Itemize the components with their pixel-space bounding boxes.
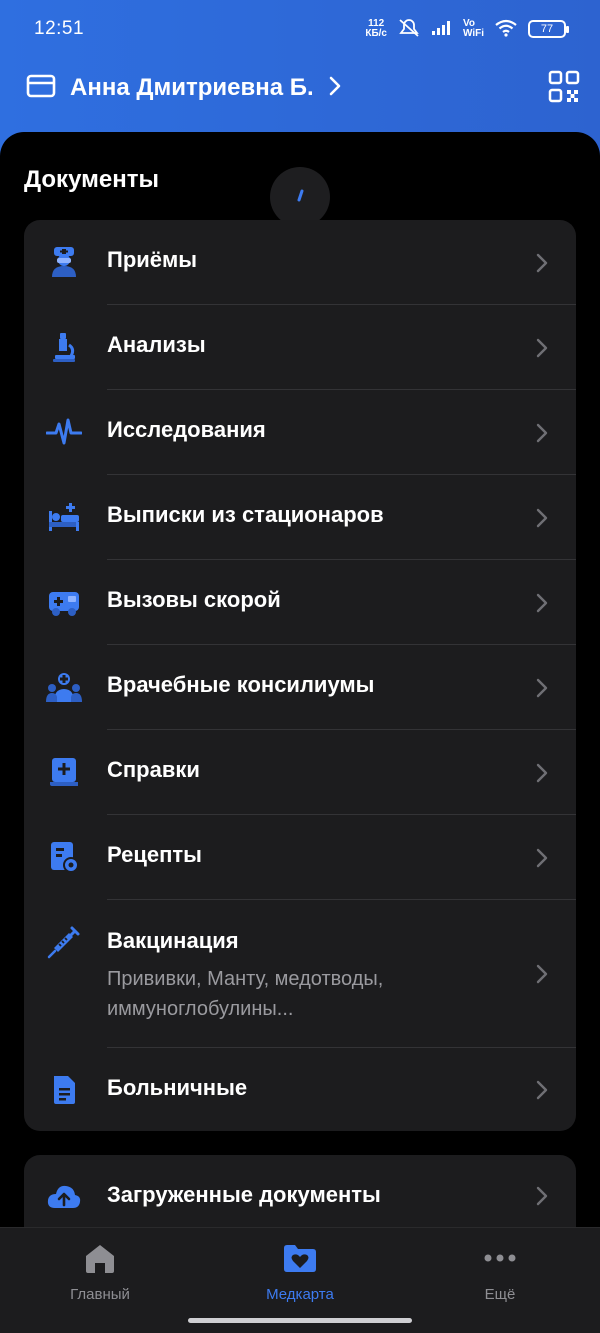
- documents-item-label: Больничные: [107, 1075, 248, 1100]
- pulse-icon: [46, 414, 82, 450]
- chevron-right-icon: [534, 676, 550, 700]
- wifi-icon: [494, 19, 518, 40]
- chevron-right-icon: [534, 336, 550, 360]
- loading-spinner: [270, 167, 330, 227]
- certificate-icon: [46, 754, 82, 790]
- chevron-right-icon: [534, 1184, 550, 1208]
- documents-item-label: Исследования: [107, 417, 266, 442]
- chevron-right-icon: [328, 75, 342, 102]
- documents-card: Приёмы Анализы Исследования Выписки из с…: [24, 220, 576, 1131]
- chevron-right-icon: [534, 761, 550, 785]
- status-bar: 12:51 112 КБ/с Vo WiFi 77: [0, 0, 600, 58]
- section-title: Документы: [24, 166, 159, 193]
- cloud-upload-icon: [46, 1179, 82, 1215]
- chevron-right-icon: [534, 962, 550, 986]
- prescription-icon: [46, 839, 82, 875]
- documents-item-vaccination[interactable]: Вакцинация Прививки, Манту, медотводы, и…: [24, 900, 576, 1048]
- tab-label: Ещё: [484, 1286, 516, 1303]
- documents-item-prescriptions[interactable]: Рецепты: [24, 815, 576, 900]
- documents-item-label: Вызовы скорой: [107, 587, 281, 612]
- network-speed-unit: КБ/с: [365, 28, 387, 39]
- uploaded-documents-label: Загруженные документы: [107, 1182, 381, 1207]
- tab-medcard[interactable]: Медкарта: [230, 1238, 370, 1303]
- documents-item-label: Анализы: [107, 332, 206, 357]
- vowifi-wifi: WiFi: [462, 28, 484, 39]
- documents-item-sick-leave[interactable]: Больничные: [24, 1048, 576, 1131]
- chevron-right-icon: [534, 591, 550, 615]
- qr-code-icon: [548, 70, 580, 108]
- battery-level: 77: [540, 23, 554, 35]
- doctors-group-icon: [46, 669, 82, 705]
- battery-indicator: 77: [528, 20, 569, 38]
- card-icon: [26, 74, 56, 103]
- status-icons: 112 КБ/с Vo WiFi 77: [365, 18, 569, 41]
- documents-item-discharges[interactable]: Выписки из стационаров: [24, 475, 576, 560]
- syringe-icon: [46, 924, 82, 960]
- profile-selector[interactable]: Анна Дмитриевна Б.: [26, 66, 342, 110]
- documents-item-label: Рецепты: [107, 842, 202, 867]
- documents-item-subtitle: Прививки, Манту, медотводы, иммуноглобул…: [107, 968, 384, 1020]
- documents-item-ambulance[interactable]: Вызовы скорой: [24, 560, 576, 645]
- documents-item-label: Справки: [107, 757, 200, 782]
- doctor-icon: [46, 244, 82, 280]
- more-dots-icon: [480, 1238, 520, 1278]
- ambulance-icon: [46, 584, 82, 620]
- chevron-right-icon: [534, 251, 550, 275]
- tab-more[interactable]: Ещё: [430, 1238, 570, 1303]
- tab-label: Главный: [70, 1286, 130, 1303]
- medcard-heart-icon: [280, 1238, 320, 1278]
- chevron-right-icon: [534, 1078, 550, 1102]
- documents-item-label: Приёмы: [107, 247, 198, 272]
- documents-item-label: Выписки из стационаров: [107, 502, 384, 527]
- documents-item-consiliums[interactable]: Врачебные консилиумы: [24, 645, 576, 730]
- hospital-bed-icon: [46, 499, 82, 535]
- sick-leave-doc-icon: [46, 1072, 82, 1108]
- uploaded-documents-item[interactable]: Загруженные документы: [24, 1155, 576, 1237]
- qr-code-button[interactable]: [548, 70, 580, 104]
- tab-home[interactable]: Главный: [30, 1238, 170, 1303]
- cell-signal-icon: [431, 20, 453, 39]
- microscope-icon: [46, 329, 82, 365]
- documents-item-certificates[interactable]: Справки: [24, 730, 576, 815]
- mute-alarm-icon: [397, 18, 421, 41]
- documents-item-label: Вакцинация: [107, 928, 239, 953]
- documents-item-appointments[interactable]: Приёмы: [24, 220, 576, 305]
- home-icon: [80, 1238, 120, 1278]
- tab-label: Медкарта: [266, 1286, 334, 1303]
- chevron-right-icon: [534, 421, 550, 445]
- profile-name: Анна Дмитриевна Б.: [70, 74, 314, 101]
- home-indicator: [188, 1318, 412, 1323]
- documents-item-research[interactable]: Исследования: [24, 390, 576, 475]
- documents-item-label: Врачебные консилиумы: [107, 672, 375, 697]
- vowifi-indicator: Vo WiFi: [463, 19, 484, 39]
- network-speed: 112 КБ/с: [365, 19, 387, 39]
- chevron-right-icon: [534, 846, 550, 870]
- spinner-icon: [290, 185, 310, 210]
- chevron-right-icon: [534, 506, 550, 530]
- documents-item-analyses[interactable]: Анализы: [24, 305, 576, 390]
- status-time: 12:51: [34, 18, 85, 39]
